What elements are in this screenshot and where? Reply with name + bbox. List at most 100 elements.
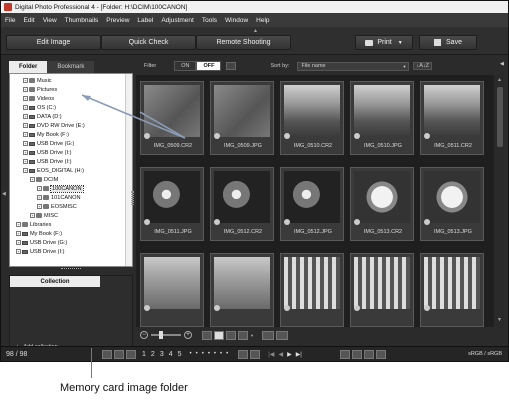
rotate-left-icon[interactable] bbox=[238, 349, 249, 359]
zoom-in-icon[interactable]: + bbox=[184, 331, 192, 339]
thumbnail[interactable]: IMG_0513.CR2 bbox=[350, 167, 414, 241]
tree-item[interactable]: + USB Drive (I:) bbox=[16, 247, 65, 256]
check-mark-icon[interactable] bbox=[102, 349, 112, 359]
menu-adjustment[interactable]: Adjustment bbox=[161, 17, 194, 24]
tree-item[interactable]: + USB Drive (I:) bbox=[23, 157, 72, 166]
tree-item[interactable]: + EOSMISC bbox=[37, 202, 77, 211]
filter-off-button[interactable]: OFF bbox=[196, 61, 222, 71]
thumbnail[interactable]: IMG_0511.JPG bbox=[140, 167, 204, 241]
thumbnail[interactable] bbox=[210, 253, 274, 327]
first-image-icon[interactable]: |◀ bbox=[268, 351, 274, 358]
check-mark-icon[interactable] bbox=[214, 219, 220, 225]
check-mark-icon[interactable] bbox=[424, 219, 430, 225]
expand-toggle-icon[interactable]: + bbox=[23, 141, 28, 146]
check-mark-icon[interactable] bbox=[214, 305, 220, 311]
thumbnail[interactable]: IMG_0510.CR2 bbox=[280, 81, 344, 155]
expand-toggle-icon[interactable]: + bbox=[30, 177, 35, 182]
check-mark-icon[interactable] bbox=[354, 133, 360, 139]
expand-toggle-icon[interactable]: + bbox=[23, 78, 28, 83]
check-mark-icon[interactable] bbox=[284, 305, 290, 311]
filter-settings-icon[interactable] bbox=[226, 62, 237, 70]
scroll-down-icon[interactable]: ▼ bbox=[497, 317, 502, 323]
zoom-slider-handle[interactable] bbox=[159, 331, 163, 339]
check-mark-icon[interactable] bbox=[284, 133, 290, 139]
expand-toggle-icon[interactable]: + bbox=[23, 168, 28, 173]
check-mark-icon[interactable] bbox=[144, 133, 150, 139]
rotate-right-icon[interactable] bbox=[250, 349, 261, 359]
af-point-icon[interactable] bbox=[351, 349, 362, 359]
expand-toggle-icon[interactable]: + bbox=[23, 96, 28, 101]
sort-order-button[interactable]: ↓A↓Z bbox=[413, 62, 432, 70]
expand-toggle-icon[interactable]: + bbox=[16, 240, 21, 245]
thumbnail[interactable]: IMG_0512.CR2 bbox=[210, 167, 274, 241]
view-grid-small-icon[interactable] bbox=[202, 330, 212, 340]
remote-shooting-button[interactable]: Remote Shooting bbox=[196, 35, 291, 50]
tree-item[interactable]: + EOS_DIGITAL (H:) bbox=[23, 166, 84, 175]
tree-item[interactable]: + USB Drive (I:) bbox=[23, 148, 72, 157]
menu-thumbnails[interactable]: Thumbnails bbox=[65, 17, 99, 24]
expand-toggle-icon[interactable]: + bbox=[23, 87, 28, 92]
label-filter-icon[interactable] bbox=[126, 349, 136, 359]
thumbnail[interactable]: IMG_0511.CR2 bbox=[420, 81, 484, 155]
check-mark-icon[interactable] bbox=[144, 305, 150, 311]
scroll-up-icon[interactable]: ▲ bbox=[497, 77, 502, 83]
tree-item[interactable]: + OS (C:) bbox=[23, 103, 56, 112]
view-list-icon[interactable] bbox=[238, 330, 248, 340]
expand-toggle-icon[interactable]: + bbox=[23, 105, 28, 110]
highlight-warning-icon[interactable] bbox=[363, 349, 374, 359]
camera-icon[interactable] bbox=[375, 349, 386, 359]
sort-select[interactable]: File name ▼ bbox=[297, 61, 410, 71]
expand-toggle-icon[interactable]: + bbox=[30, 213, 35, 218]
thumbnail[interactable]: IMG_0509.JPG bbox=[210, 81, 274, 155]
tree-item[interactable]: + Videos bbox=[23, 94, 54, 103]
menu-edit[interactable]: Edit bbox=[23, 17, 34, 24]
tree-item[interactable]: + USB Drive (G:) bbox=[16, 238, 67, 247]
expand-toggle-icon[interactable]: + bbox=[37, 186, 42, 191]
next-image-icon[interactable]: ▶ bbox=[287, 351, 292, 358]
tree-item[interactable]: + DATA (D:) bbox=[23, 112, 62, 121]
menu-file[interactable]: File bbox=[5, 17, 15, 24]
scroll-thumb[interactable] bbox=[497, 87, 503, 147]
expand-toggle-icon[interactable]: + bbox=[23, 150, 28, 155]
expand-toggle-icon[interactable]: + bbox=[23, 132, 28, 137]
menu-preview[interactable]: Preview bbox=[106, 17, 129, 24]
edit-image-button[interactable]: Edit Image bbox=[6, 35, 101, 50]
thumbnail[interactable] bbox=[280, 253, 344, 327]
check-mark-icon[interactable] bbox=[424, 133, 430, 139]
check-mark-icon[interactable] bbox=[214, 133, 220, 139]
expand-toggle-icon[interactable]: + bbox=[23, 159, 28, 164]
left-panel-toggle-icon[interactable]: ◀ bbox=[2, 191, 6, 197]
check-mark-icon[interactable] bbox=[284, 219, 290, 225]
menu-window[interactable]: Window bbox=[225, 17, 248, 24]
folder-tree-scrollbar[interactable] bbox=[125, 74, 132, 266]
menu-tools[interactable]: Tools bbox=[202, 17, 217, 24]
view-grid-large-icon[interactable] bbox=[226, 330, 236, 340]
tree-item[interactable]: +101CANON bbox=[37, 193, 81, 202]
rating-filter-icon[interactable] bbox=[114, 349, 124, 359]
splitter-grip[interactable] bbox=[131, 191, 134, 205]
compare-view-icon[interactable] bbox=[275, 330, 288, 340]
check-mark-icon[interactable] bbox=[354, 305, 360, 311]
check-mark-icon[interactable] bbox=[424, 305, 430, 311]
expand-toggle-icon[interactable]: + bbox=[37, 204, 42, 209]
tab-bookmark[interactable]: Bookmark bbox=[47, 61, 95, 73]
expand-toggle-icon[interactable]: + bbox=[16, 249, 21, 254]
print-button[interactable]: Print ▼ bbox=[355, 35, 413, 50]
last-image-icon[interactable]: ▶| bbox=[296, 351, 302, 358]
color-label-dots[interactable]: ••••••• bbox=[190, 351, 233, 357]
expand-toggle-icon[interactable]: + bbox=[16, 231, 21, 236]
rating-4-button[interactable]: 4 bbox=[169, 351, 173, 358]
zoom-slider[interactable] bbox=[151, 331, 181, 339]
rating-3-button[interactable]: 3 bbox=[160, 351, 164, 358]
filter-on-button[interactable]: ON bbox=[174, 61, 197, 71]
tree-item[interactable]: + My Book (F:) bbox=[23, 130, 69, 139]
menu-view[interactable]: View bbox=[43, 17, 57, 24]
save-button[interactable]: Save bbox=[419, 35, 477, 50]
zoom-out-icon[interactable]: − bbox=[140, 331, 148, 339]
tree-item[interactable]: + DVD RW Drive (E:) bbox=[23, 121, 85, 130]
thumbnail-info-icon[interactable] bbox=[261, 330, 274, 340]
thumbnail[interactable]: IMG_0510.JPG bbox=[350, 81, 414, 155]
tree-item[interactable]: + MISC bbox=[30, 211, 58, 220]
tree-item[interactable]: + USB Drive (G:) bbox=[23, 139, 74, 148]
rating-5-button[interactable]: 5 bbox=[178, 351, 182, 358]
